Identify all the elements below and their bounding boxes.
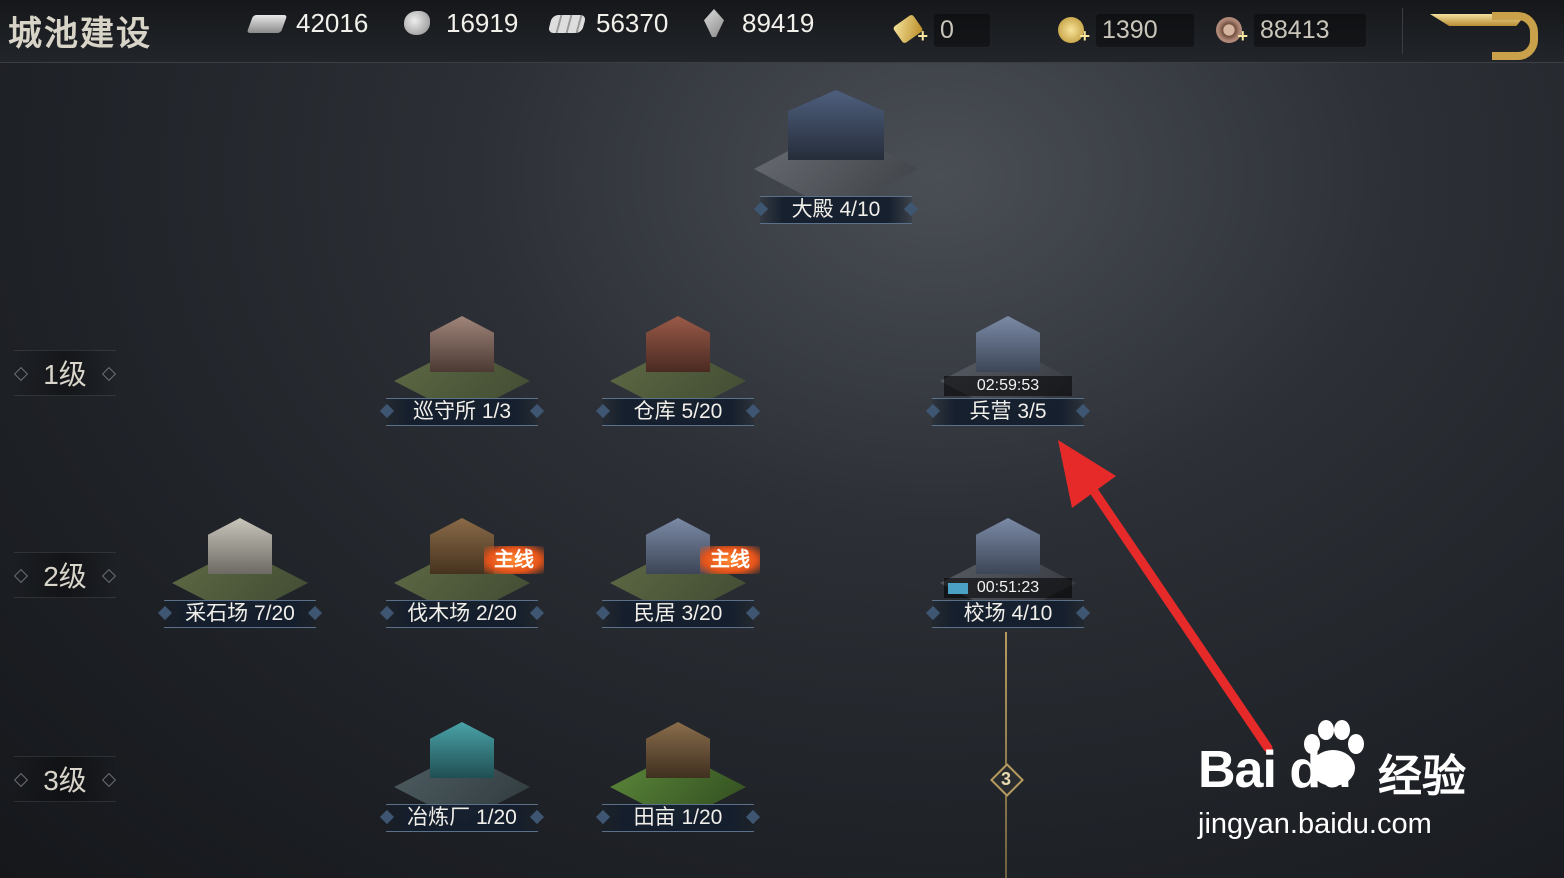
watermark-url: jingyan.baidu.com	[1198, 808, 1432, 840]
baidu-watermark: Bai du 经验 jingyan.baidu.com	[1198, 710, 1498, 850]
watermark-logo-text: Bai du	[1198, 741, 1352, 799]
watermark-brand: 经验	[1378, 752, 1466, 801]
